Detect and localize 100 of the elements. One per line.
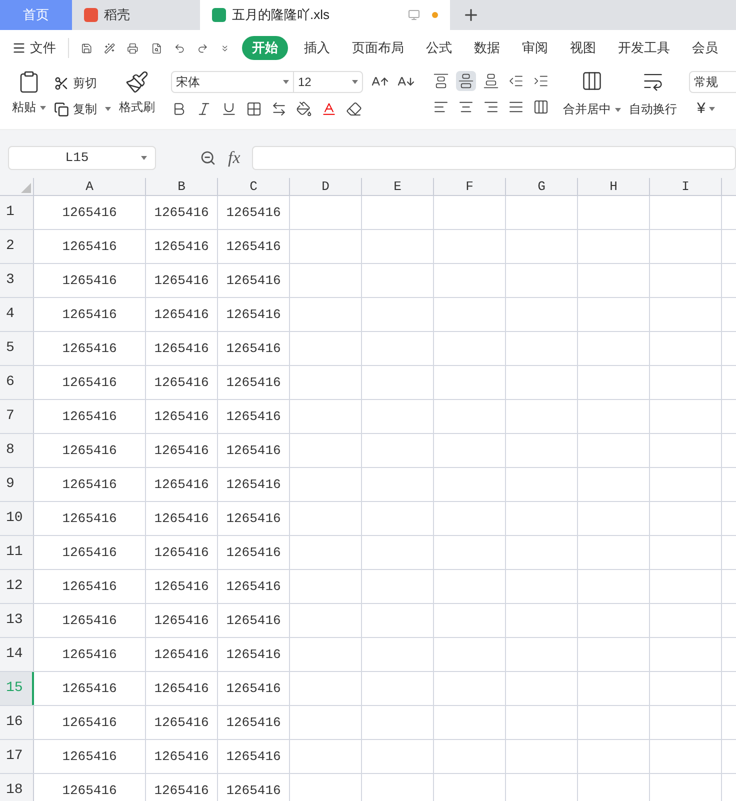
wand-icon[interactable]: [104, 40, 116, 56]
table-cell: 1265416: [34, 774, 146, 801]
distribute-icon[interactable]: [533, 99, 549, 115]
table-cell: 1265416: [218, 706, 290, 739]
ribbon-tab[interactable]: 数据: [468, 36, 506, 60]
row-header[interactable]: 12: [0, 570, 34, 603]
tab-label: 五月的隆隆吖.xls: [232, 6, 330, 24]
cut-button[interactable]: 剪切: [54, 74, 111, 92]
new-tab-icon[interactable]: [462, 6, 480, 24]
column-header[interactable]: F: [434, 178, 506, 195]
row-header[interactable]: 9: [0, 468, 34, 501]
merge-button[interactable]: 合并居中: [559, 66, 625, 129]
justify-icon[interactable]: [508, 99, 524, 115]
ribbon-tab[interactable]: 开发工具: [612, 36, 676, 60]
format-painter-button[interactable]: 格式刷: [119, 70, 155, 116]
table-cell: 1265416: [146, 536, 218, 569]
table-cell: 1265416: [218, 468, 290, 501]
column-header[interactable]: B: [146, 178, 218, 195]
align-center-icon[interactable]: [458, 99, 474, 115]
table-cell: 1265416: [218, 366, 290, 399]
table-cell: 1265416: [146, 740, 218, 773]
align-top-icon[interactable]: [431, 71, 451, 91]
sheet-icon: [212, 8, 226, 22]
column-header[interactable]: G: [506, 178, 578, 195]
row-header[interactable]: 17: [0, 740, 34, 773]
table-cell: 1265416: [146, 604, 218, 637]
caret-icon: [105, 107, 111, 111]
row-header[interactable]: 10: [0, 502, 34, 535]
name-box[interactable]: L15: [8, 146, 156, 170]
number-format-field[interactable]: 常规: [689, 71, 736, 93]
table-cell: 1265416: [34, 434, 146, 467]
table-cell: 1265416: [34, 570, 146, 603]
align-right-icon[interactable]: [483, 99, 499, 115]
caret-icon: [141, 156, 147, 160]
table-cell: 1265416: [34, 366, 146, 399]
row-header[interactable]: 16: [0, 706, 34, 739]
align-left-icon[interactable]: [433, 99, 449, 115]
currency-button[interactable]: ¥: [689, 101, 736, 116]
caret-icon: [40, 106, 46, 110]
italic-icon[interactable]: [196, 101, 212, 117]
table-cell: 1265416: [34, 706, 146, 739]
borders-icon[interactable]: [246, 101, 262, 117]
column-header[interactable]: D: [290, 178, 362, 195]
ribbon-tab[interactable]: 页面布局: [346, 36, 410, 60]
fill-icon[interactable]: [296, 101, 312, 117]
column-header[interactable]: C: [218, 178, 290, 195]
file-menu[interactable]: 文件: [12, 38, 56, 58]
align-bottom-icon[interactable]: [481, 71, 501, 91]
table-cell: 1265416: [34, 604, 146, 637]
ribbon-tab[interactable]: 审阅: [516, 36, 554, 60]
column-header[interactable]: E: [362, 178, 434, 195]
table-cell: 1265416: [34, 672, 146, 705]
table-cell: 1265416: [34, 332, 146, 365]
table-cell: 1265416: [146, 298, 218, 331]
underline-icon[interactable]: [221, 101, 237, 117]
row-header[interactable]: 7: [0, 400, 34, 433]
formula-input[interactable]: [252, 146, 736, 170]
table-cell: 1265416: [146, 264, 218, 297]
paste-button[interactable]: 粘贴: [12, 70, 46, 116]
table-cell: 1265416: [146, 774, 218, 801]
print-icon[interactable]: [127, 40, 138, 56]
table-cell: 1265416: [34, 400, 146, 433]
row-header[interactable]: 13: [0, 604, 34, 637]
table-cell: 1265416: [218, 434, 290, 467]
row-header[interactable]: 8: [0, 434, 34, 467]
table-cell: 1265416: [34, 298, 146, 331]
row-header[interactable]: 11: [0, 536, 34, 569]
ribbon-tab[interactable]: 插入: [298, 36, 336, 60]
function-label[interactable]: fx: [228, 145, 240, 171]
column-header[interactable]: I: [650, 178, 722, 195]
column-header[interactable]: A: [34, 178, 146, 195]
table-cell: 1265416: [146, 332, 218, 365]
table-cell: 1265416: [218, 332, 290, 365]
row-header[interactable]: 2: [0, 230, 34, 263]
table-cell: 1265416: [146, 672, 218, 705]
row-header[interactable]: 18: [0, 774, 34, 801]
ribbon-tab[interactable]: 会员: [686, 36, 724, 60]
zoom-icon[interactable]: [200, 150, 216, 166]
ribbon-tab[interactable]: 公式: [420, 36, 458, 60]
table-cell: 1265416: [146, 400, 218, 433]
preview-icon[interactable]: [150, 40, 162, 56]
row-header[interactable]: 6: [0, 366, 34, 399]
row-header[interactable]: 14: [0, 638, 34, 671]
merge-icon: [581, 70, 603, 92]
row-header[interactable]: 3: [0, 264, 34, 297]
wrap-button[interactable]: 自动换行: [625, 66, 681, 129]
row-header[interactable]: 1: [0, 196, 34, 229]
column-header[interactable]: H: [578, 178, 650, 195]
table-cell: 1265416: [218, 740, 290, 773]
ribbon-tab[interactable]: 视图: [564, 36, 602, 60]
font-color-icon[interactable]: [321, 101, 337, 117]
table-cell: 1265416: [34, 196, 146, 229]
table-cell: 1265416: [218, 638, 290, 671]
eraser-icon[interactable]: [346, 101, 362, 117]
row-header[interactable]: 4: [0, 298, 34, 331]
row-header[interactable]: 5: [0, 332, 34, 365]
align-middle-icon[interactable]: [456, 71, 476, 91]
table-cell: 1265416: [218, 536, 290, 569]
copy-button[interactable]: 复制: [54, 100, 111, 118]
tab[interactable]: 五月的隆隆吖.xls: [200, 0, 450, 30]
